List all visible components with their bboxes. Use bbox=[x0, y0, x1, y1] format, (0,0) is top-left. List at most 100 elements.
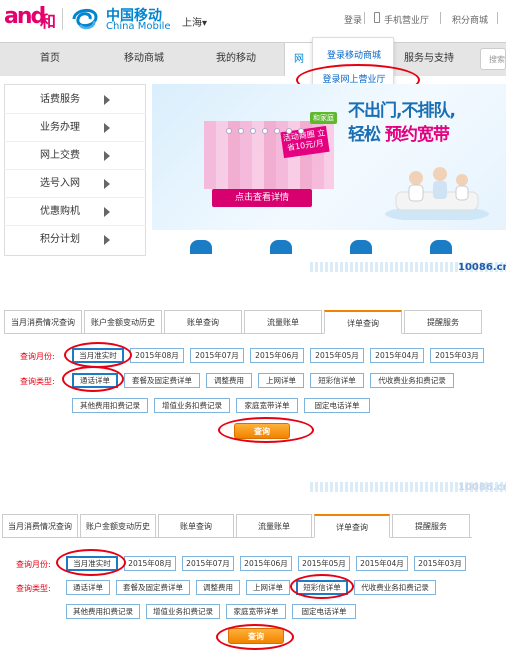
tab-balance-history[interactable]: 账户金额变动历史 bbox=[84, 310, 162, 334]
logo-divider bbox=[62, 8, 63, 30]
month-option[interactable]: 2015年05月 bbox=[310, 348, 364, 363]
points-mall-link[interactable]: 积分商城 bbox=[452, 13, 488, 26]
type-adjustment[interactable]: 调整费用 bbox=[206, 373, 252, 388]
month-option[interactable]: 2015年05月 bbox=[298, 556, 350, 571]
type-package-detail[interactable]: 套餐及固定费详单 bbox=[124, 373, 200, 388]
caret-down-icon: ▾ bbox=[202, 18, 208, 29]
divider bbox=[497, 12, 498, 24]
type-sms-detail[interactable]: 短彩信详单 bbox=[310, 373, 364, 388]
month-option[interactable]: 2015年07月 bbox=[182, 556, 234, 571]
side-item-online-pay[interactable]: 网上交费 bbox=[4, 142, 146, 170]
type-adjustment[interactable]: 调整费用 bbox=[196, 580, 240, 595]
china-mobile-logo-icon[interactable] bbox=[70, 5, 100, 33]
promo-banner[interactable]: 活动商圈 立省10元/月 点击查看详情 和家庭 不出门,不排队, 轻松 预约宽带 bbox=[152, 84, 506, 230]
login-link[interactable]: 登录 bbox=[344, 13, 362, 26]
carousel-dot[interactable] bbox=[226, 128, 232, 134]
view-details-button[interactable]: 点击查看详情 bbox=[212, 189, 312, 207]
side-item-label: 业务办理 bbox=[40, 122, 80, 133]
tab-balance-history[interactable]: 账户金额变动历史 bbox=[80, 514, 156, 538]
month-option[interactable]: 2015年08月 bbox=[130, 348, 184, 363]
mobile-hall-link[interactable]: 手机营业厅 bbox=[384, 13, 429, 26]
side-item-choose-number[interactable]: 选号入网 bbox=[4, 170, 146, 198]
arrow-right-icon bbox=[104, 151, 110, 161]
nav-mall[interactable]: 移动商城 bbox=[100, 42, 188, 76]
highlight-oval bbox=[62, 366, 124, 392]
type-value-added[interactable]: 增值业务扣费记录 bbox=[146, 604, 220, 619]
tab-bill-query[interactable]: 账单查询 bbox=[164, 310, 242, 334]
type-internet-detail[interactable]: 上网详单 bbox=[246, 580, 290, 595]
type-package-detail[interactable]: 套餐及固定费详单 bbox=[116, 580, 190, 595]
nav-my-mobile[interactable]: 我的移动 bbox=[188, 42, 284, 76]
tab-bill-query[interactable]: 账单查询 bbox=[158, 514, 234, 538]
tab-monthly-consumption[interactable]: 当月消费情况查询 bbox=[4, 310, 82, 334]
city-selector[interactable]: 上海▾ bbox=[182, 14, 207, 29]
month-option[interactable]: 2015年07月 bbox=[190, 348, 244, 363]
type-label: 查询类型: bbox=[20, 377, 55, 386]
brand-name-en: China Mobile bbox=[106, 21, 171, 32]
highlight-oval bbox=[56, 549, 126, 576]
month-option[interactable]: 2015年06月 bbox=[240, 556, 292, 571]
type-landline[interactable]: 固定电话详单 bbox=[304, 398, 370, 413]
tab-detail-query[interactable]: 详单查询 bbox=[324, 310, 402, 334]
highlight-oval bbox=[216, 624, 294, 650]
side-item-bill-service[interactable]: 话费服务 bbox=[4, 86, 146, 114]
he-logo[interactable]: 和 bbox=[40, 8, 56, 32]
site-url: 10086.cn bbox=[458, 482, 506, 493]
side-item-buy-phone[interactable]: 优惠购机 bbox=[4, 198, 146, 226]
site-url: 10086.cn bbox=[458, 262, 506, 273]
home-brand-tag: 和家庭 bbox=[310, 112, 337, 124]
month-label: 查询月份: bbox=[16, 560, 51, 569]
type-collection-record[interactable]: 代收费业务扣费记录 bbox=[354, 580, 436, 595]
month-option[interactable]: 2015年06月 bbox=[250, 348, 304, 363]
type-landline[interactable]: 固定电话详单 bbox=[292, 604, 356, 619]
carousel-dot[interactable] bbox=[250, 128, 256, 134]
month-option[interactable]: 2015年04月 bbox=[356, 556, 408, 571]
type-call-detail[interactable]: 通话详单 bbox=[66, 580, 110, 595]
carousel-dot[interactable] bbox=[274, 128, 280, 134]
side-item-business[interactable]: 业务办理 bbox=[4, 114, 146, 142]
type-other-fees[interactable]: 其他费用扣费记录 bbox=[72, 398, 148, 413]
side-item-points[interactable]: 积分计划 bbox=[4, 226, 146, 254]
month-option[interactable]: 2015年04月 bbox=[370, 348, 424, 363]
carousel-dot[interactable] bbox=[298, 128, 304, 134]
side-item-label: 选号入网 bbox=[40, 178, 80, 189]
tab-data-bill[interactable]: 流量账单 bbox=[236, 514, 312, 538]
type-collection-record[interactable]: 代收费业务扣费记录 bbox=[370, 373, 454, 388]
service-icon[interactable] bbox=[270, 240, 292, 254]
month-option[interactable]: 2015年08月 bbox=[124, 556, 176, 571]
service-icon[interactable] bbox=[350, 240, 372, 254]
service-icon[interactable] bbox=[430, 240, 452, 254]
arrow-right-icon bbox=[104, 95, 110, 105]
type-other-fees[interactable]: 其他费用扣费记录 bbox=[66, 604, 140, 619]
month-option[interactable]: 2015年03月 bbox=[414, 556, 466, 571]
search-input[interactable]: 搜索 bbox=[480, 48, 506, 70]
type-value-added[interactable]: 增值业务扣费记录 bbox=[154, 398, 230, 413]
tab-detail-query[interactable]: 详单查询 bbox=[314, 514, 390, 538]
and-logo[interactable]: and bbox=[4, 4, 46, 29]
banner-headline: 不出门,不排队, bbox=[348, 101, 456, 121]
type-label: 查询类型: bbox=[16, 584, 51, 593]
family-photo-icon bbox=[385, 167, 489, 220]
service-icon[interactable] bbox=[190, 240, 212, 254]
city-label: 上海 bbox=[182, 18, 202, 29]
type-broadband[interactable]: 家庭宽带详单 bbox=[236, 398, 298, 413]
portal-screenshot: and 和 中国移动 China Mobile 上海▾ 登录 手机营业厅 积分商… bbox=[0, 0, 506, 258]
login-mall-option[interactable]: 登录移动商城 bbox=[313, 48, 395, 61]
banner-subheadline: 轻松 预约宽带 bbox=[348, 120, 450, 145]
divider bbox=[440, 12, 441, 24]
phone-icon bbox=[374, 12, 380, 23]
tab-reminder[interactable]: 提醒服务 bbox=[392, 514, 470, 538]
highlight-oval bbox=[290, 574, 354, 599]
carousel-dot[interactable] bbox=[262, 128, 268, 134]
side-item-label: 网上交费 bbox=[40, 150, 80, 161]
carousel-dot[interactable] bbox=[286, 128, 292, 134]
type-internet-detail[interactable]: 上网详单 bbox=[258, 373, 304, 388]
tab-reminder[interactable]: 提醒服务 bbox=[404, 310, 482, 334]
carousel-dot[interactable] bbox=[238, 128, 244, 134]
tab-monthly-consumption[interactable]: 当月消费情况查询 bbox=[2, 514, 78, 538]
tab-data-bill[interactable]: 流量账单 bbox=[244, 310, 322, 334]
type-broadband[interactable]: 家庭宽带详单 bbox=[226, 604, 286, 619]
banner-subheadline-highlight: 预约宽带 bbox=[384, 125, 450, 145]
nav-home[interactable]: 首页 bbox=[0, 42, 100, 76]
month-option[interactable]: 2015年03月 bbox=[430, 348, 484, 363]
